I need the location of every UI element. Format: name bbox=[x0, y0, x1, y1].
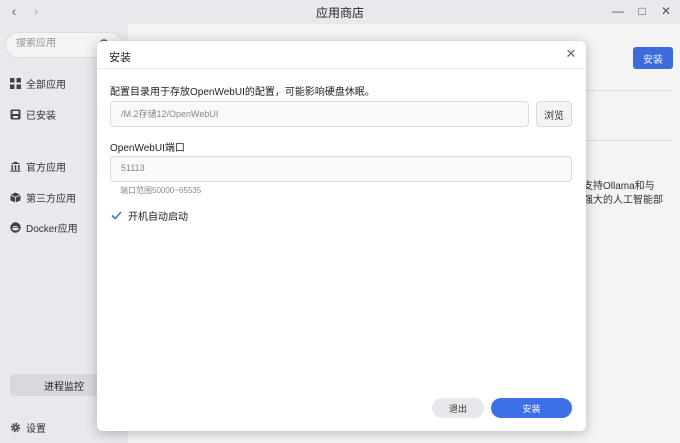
config-path-field[interactable] bbox=[110, 101, 529, 127]
checkmark-icon[interactable] bbox=[111, 210, 122, 221]
config-dir-label: 配置目录用于存放OpenWebUI的配置，可能影响硬盘休眠。 bbox=[110, 87, 375, 98]
dialog-title: 安装 bbox=[109, 52, 131, 64]
confirm-install-button[interactable]: 安装 bbox=[491, 398, 572, 418]
autostart-checkbox[interactable]: 开机自动启动 bbox=[111, 208, 188, 223]
browse-button[interactable]: 浏览 bbox=[536, 101, 572, 127]
port-field[interactable] bbox=[110, 156, 572, 182]
autostart-label: 开机自动启动 bbox=[128, 212, 188, 223]
config-path-input[interactable] bbox=[121, 108, 497, 118]
install-dialog: 安装 ✕ 配置目录用于存放OpenWebUI的配置，可能影响硬盘休眠。 浏览 O… bbox=[97, 41, 586, 431]
close-icon[interactable]: ✕ bbox=[564, 47, 578, 61]
exit-button[interactable]: 退出 bbox=[432, 398, 484, 418]
port-input[interactable] bbox=[121, 163, 535, 173]
port-hint: 端口范围50000~65535 bbox=[120, 186, 202, 195]
port-label: OpenWebUI端口 bbox=[110, 143, 185, 154]
divider bbox=[97, 68, 586, 69]
